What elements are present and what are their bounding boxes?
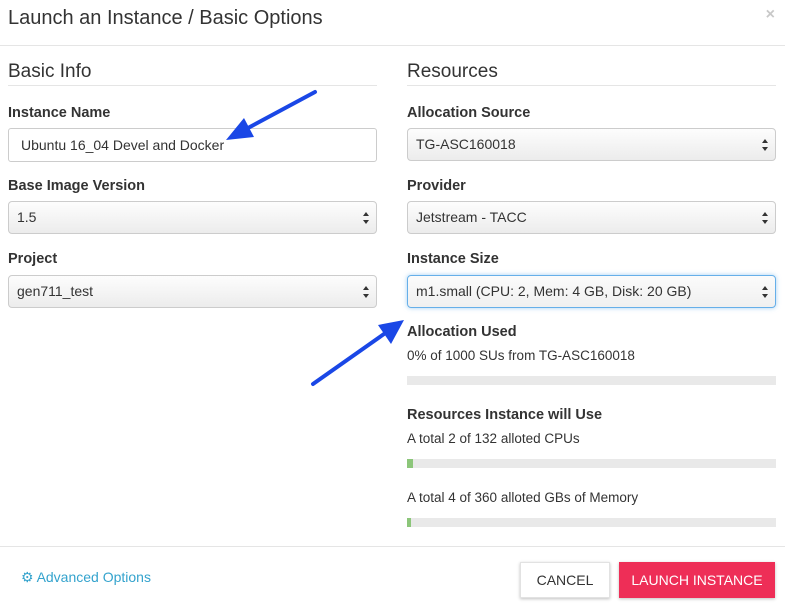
advanced-options-label: Advanced Options [36, 569, 151, 585]
project-value: gen711_test [17, 283, 94, 299]
resources-heading: Resources [407, 61, 498, 82]
allocation-source-value: TG-ASC160018 [416, 136, 516, 152]
base-image-version-select[interactable]: 1.5 [8, 201, 377, 234]
modal-title: Launch an Instance / Basic Options [8, 7, 323, 29]
provider-value: Jetstream - TACC [416, 209, 527, 225]
project-select[interactable]: gen711_test [8, 275, 377, 308]
provider-select[interactable]: Jetstream - TACC [407, 201, 776, 234]
instance-name-label: Instance Name [8, 105, 111, 121]
close-icon[interactable]: × [766, 6, 775, 24]
provider-label: Provider [407, 178, 466, 194]
cpu-usage-progress [407, 459, 776, 468]
resources-divider [407, 85, 776, 86]
launch-instance-button[interactable]: LAUNCH INSTANCE [619, 562, 775, 598]
cpu-usage-progress-fill [407, 459, 413, 468]
select-arrows-icon [762, 139, 768, 151]
instance-size-select[interactable]: m1.small (CPU: 2, Mem: 4 GB, Disk: 20 GB… [407, 275, 776, 308]
allocation-source-label: Allocation Source [407, 105, 531, 121]
instance-name-input[interactable]: Ubuntu 16_04 Devel and Docker [8, 128, 377, 162]
instance-size-label: Instance Size [407, 251, 499, 267]
base-image-version-label: Base Image Version [8, 178, 146, 194]
allocation-used-progress [407, 376, 776, 385]
modal-header: Launch an Instance / Basic Options × [0, 0, 785, 46]
cancel-button[interactable]: CANCEL [520, 562, 610, 598]
allocation-used-text: 0% of 1000 SUs from TG-ASC160018 [407, 348, 635, 363]
basic-info-heading: Basic Info [8, 61, 92, 82]
project-label: Project [8, 251, 58, 267]
advanced-options-link[interactable]: ⚙ Advanced Options [21, 569, 151, 586]
memory-usage-progress-fill [407, 518, 412, 527]
footer-divider [0, 546, 785, 547]
select-arrows-icon [363, 212, 369, 224]
memory-usage-text: A total 4 of 360 alloted GBs of Memory [407, 490, 639, 505]
select-arrows-icon [762, 212, 768, 224]
base-image-version-value: 1.5 [17, 209, 37, 225]
select-arrows-icon [762, 286, 768, 298]
gear-icon: ⚙ [21, 569, 34, 585]
memory-usage-progress [407, 518, 776, 527]
cpu-usage-text: A total 2 of 132 alloted CPUs [407, 431, 580, 446]
annotation-arrow-instance-size [311, 320, 404, 386]
allocation-used-label: Allocation Used [407, 324, 517, 340]
allocation-source-select[interactable]: TG-ASC160018 [407, 128, 776, 161]
instance-size-value: m1.small (CPU: 2, Mem: 4 GB, Disk: 20 GB… [416, 283, 692, 299]
select-arrows-icon [363, 286, 369, 298]
basic-info-divider [8, 85, 377, 86]
resources-will-use-label: Resources Instance will Use [407, 407, 603, 423]
